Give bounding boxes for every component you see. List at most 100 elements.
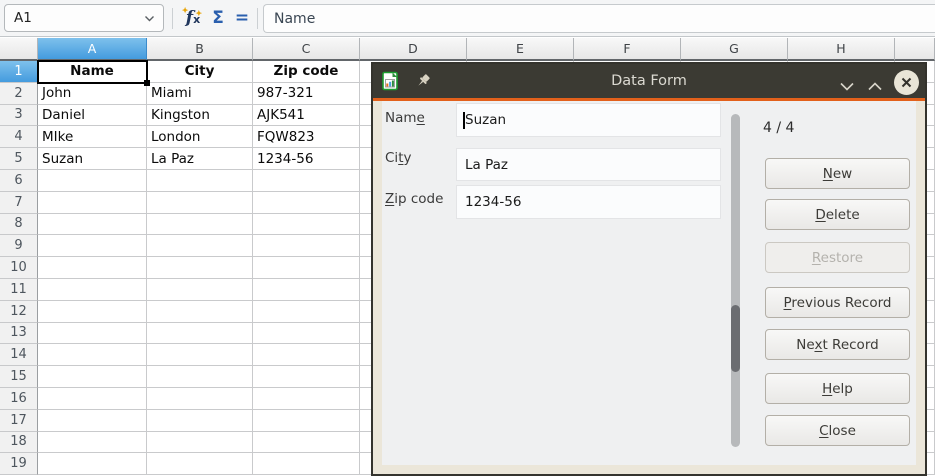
cell-A12[interactable] [38,301,147,323]
cell-B17[interactable] [147,410,253,432]
row-header-8[interactable]: 8 [0,214,38,236]
row-header-11[interactable]: 11 [0,279,38,301]
column-header-D[interactable]: D [360,38,467,61]
cell-B18[interactable] [147,432,253,454]
cell-C5[interactable]: 1234-56 [253,148,360,170]
delete-button[interactable]: Delete [765,199,910,230]
column-header-H[interactable]: H [788,38,895,61]
cell-A14[interactable] [38,344,147,366]
previous-record-button[interactable]: Previous Record [765,287,910,318]
cell-C2[interactable]: 987-321 [253,83,360,105]
column-header-E[interactable]: E [467,38,574,61]
cell-B7[interactable] [147,192,253,214]
cell-A8[interactable] [38,214,147,236]
cell-C12[interactable] [253,301,360,323]
cell-B8[interactable] [147,214,253,236]
cell-A6[interactable] [38,170,147,192]
new-button[interactable]: New [765,158,910,189]
column-header-partial[interactable] [895,38,935,61]
column-header-G[interactable]: G [681,38,788,61]
cell-C14[interactable] [253,344,360,366]
cell-B19[interactable] [147,453,253,475]
cell-B14[interactable] [147,344,253,366]
cell-C6[interactable] [253,170,360,192]
cell-A10[interactable] [38,257,147,279]
cell-A16[interactable] [38,388,147,410]
cell-A19[interactable] [38,453,147,475]
cell-A5[interactable]: Suzan [38,148,147,170]
cell-A4[interactable]: MIke [38,126,147,148]
cell-B4[interactable]: London [147,126,253,148]
name-box[interactable]: A1 [4,4,164,32]
cell-A18[interactable] [38,432,147,454]
row-header-4[interactable]: 4 [0,126,38,148]
cell-A3[interactable]: Daniel [38,105,147,127]
cell-B10[interactable] [147,257,253,279]
cell-A13[interactable] [38,323,147,345]
cell-C7[interactable] [253,192,360,214]
cell-A7[interactable] [38,192,147,214]
close-button[interactable]: Close [765,415,910,446]
record-scrollbar[interactable] [731,114,740,447]
cell-C8[interactable] [253,214,360,236]
record-scrollbar-thumb[interactable] [731,305,740,372]
row-header-17[interactable]: 17 [0,410,38,432]
row-header-7[interactable]: 7 [0,192,38,214]
cell-A17[interactable] [38,410,147,432]
cell-B16[interactable] [147,388,253,410]
next-record-button[interactable]: Next Record [765,329,910,360]
cell-A2[interactable]: John [38,83,147,105]
help-button[interactable]: Help [765,373,910,404]
cell-B1[interactable]: City [147,61,253,83]
dialog-titlebar[interactable]: Data Form [373,64,925,101]
cell-B11[interactable] [147,279,253,301]
cell-B3[interactable]: Kingston [147,105,253,127]
sum-icon[interactable]: Σ [206,4,230,32]
cell-C16[interactable] [253,388,360,410]
cell-A15[interactable] [38,366,147,388]
function-wizard-icon[interactable]: fx✦✦ [180,4,206,32]
row-header-6[interactable]: 6 [0,170,38,192]
close-icon[interactable] [894,70,919,95]
cell-C13[interactable] [253,323,360,345]
city-field[interactable]: La Paz [456,148,721,181]
row-header-10[interactable]: 10 [0,257,38,279]
name-field[interactable]: Suzan [456,103,721,137]
row-header-2[interactable]: 2 [0,83,38,105]
row-header-3[interactable]: 3 [0,105,38,127]
cell-C4[interactable]: FQW823 [253,126,360,148]
cell-B2[interactable]: Miami [147,83,253,105]
cell-B12[interactable] [147,301,253,323]
column-header-B[interactable]: B [147,38,253,61]
chevron-down-icon[interactable] [144,15,155,22]
cell-B5[interactable]: La Paz [147,148,253,170]
row-header-9[interactable]: 9 [0,235,38,257]
row-header-1[interactable]: 1 [0,61,38,83]
row-header-13[interactable]: 13 [0,323,38,345]
zipcode-field[interactable]: 1234-56 [456,185,721,219]
cell-C9[interactable] [253,235,360,257]
chevron-down-icon[interactable] [838,77,856,96]
row-header-18[interactable]: 18 [0,432,38,454]
cell-B9[interactable] [147,235,253,257]
fill-handle[interactable] [144,80,150,86]
cell-C10[interactable] [253,257,360,279]
equals-icon[interactable]: = [231,4,253,32]
column-header-F[interactable]: F [574,38,681,61]
cell-B6[interactable] [147,170,253,192]
cell-C15[interactable] [253,366,360,388]
cell-C17[interactable] [253,410,360,432]
cell-A11[interactable] [38,279,147,301]
column-header-A[interactable]: A [38,38,147,61]
formula-input[interactable]: Name [263,4,935,33]
select-all-corner[interactable] [0,38,38,61]
cell-C11[interactable] [253,279,360,301]
row-header-12[interactable]: 12 [0,301,38,323]
row-header-19[interactable]: 19 [0,453,38,475]
cell-C19[interactable] [253,453,360,475]
chevron-up-icon[interactable] [866,77,884,96]
row-header-14[interactable]: 14 [0,344,38,366]
cell-C18[interactable] [253,432,360,454]
cell-B15[interactable] [147,366,253,388]
row-header-5[interactable]: 5 [0,148,38,170]
